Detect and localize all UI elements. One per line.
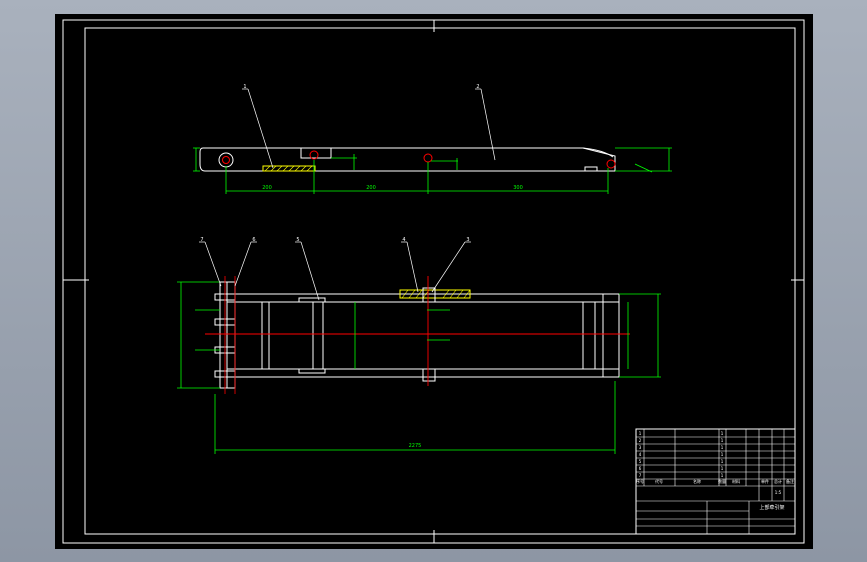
parts-row-3: 3 — [639, 445, 642, 450]
front-view-right-block — [602, 293, 620, 378]
title-scale: 1:5 — [775, 490, 782, 495]
parts-qty-6: 1 — [721, 466, 724, 471]
title-block: 1 2 3 4 5 6 7 1 1 1 1 1 1 1 序号 代号 名称 数量 … — [635, 428, 796, 535]
front-view-clip-bottom — [298, 368, 326, 374]
front-view-cross-mid — [312, 301, 324, 370]
parts-header-code: 代号 — [655, 478, 663, 484]
parts-header-no: 序号 — [636, 478, 644, 484]
parts-qty-4: 1 — [721, 452, 724, 457]
top-view-notch — [584, 166, 598, 172]
front-view-cross-left — [261, 301, 270, 370]
top-view-balloon-2: 2 — [476, 84, 479, 90]
top-view-balloon-1: 1 — [243, 84, 246, 90]
parts-qty-3: 1 — [721, 445, 724, 450]
cad-drawing: 200 200 300 1 2 2275 7 6 5 4 3 1 2 3 4 5… — [62, 19, 805, 544]
parts-header-note: 备注 — [786, 478, 794, 484]
parts-qty-2: 1 — [721, 438, 724, 443]
front-view-balloon-3: 3 — [466, 237, 469, 243]
top-view-dim-3: 300 — [513, 185, 523, 191]
parts-row-4: 4 — [639, 452, 642, 457]
parts-row-2: 2 — [639, 438, 642, 443]
front-view: 2275 7 6 5 4 3 — [177, 237, 661, 454]
front-view-balloon-7: 7 — [200, 237, 203, 243]
outer-sheet-border — [62, 19, 805, 544]
top-view-hole-left-outer — [218, 152, 234, 168]
cad-viewport[interactable]: 200 200 300 1 2 2275 7 6 5 4 3 1 2 3 4 5… — [55, 14, 813, 549]
top-view-leader-2 — [480, 88, 496, 161]
parts-row-1: 1 — [639, 431, 642, 436]
top-view-hole-3 — [423, 153, 433, 163]
parts-row-7: 7 — [639, 473, 642, 478]
parts-header-unit: 单件 — [761, 478, 769, 484]
title-part-name: 上部牵引架 — [759, 504, 784, 511]
top-view-hole-left-inner — [222, 156, 230, 164]
top-view-body — [199, 147, 616, 172]
parts-qty-7: 1 — [721, 473, 724, 478]
top-view-dim-2: 200 — [366, 185, 376, 191]
top-view-hatch-strip — [262, 165, 316, 172]
front-view-dimensions — [177, 281, 661, 454]
top-view-leader-1 — [247, 88, 274, 169]
front-view-end-plate-2 — [226, 281, 236, 389]
parts-header-qty: 数量 — [718, 478, 726, 484]
parts-header-material: 材料 — [732, 478, 740, 484]
front-view-clip-top — [298, 297, 326, 303]
top-view: 200 200 300 1 2 — [193, 84, 672, 194]
front-view-end-plate-1 — [219, 281, 228, 389]
parts-header-total: 总计 — [774, 478, 782, 484]
front-view-leaders — [199, 241, 471, 301]
top-view-dim-1: 200 — [262, 185, 272, 191]
front-view-balloon-6: 6 — [252, 237, 255, 243]
top-view-hole-right — [606, 159, 616, 169]
front-view-cross-right — [582, 301, 596, 370]
parts-qty-5: 1 — [721, 459, 724, 464]
parts-qty-1: 1 — [721, 431, 724, 436]
front-view-dim-length: 2275 — [409, 443, 422, 449]
front-view-balloon-4: 4 — [402, 237, 405, 243]
parts-header-name: 名称 — [693, 478, 701, 484]
front-view-balloon-5: 5 — [296, 237, 299, 243]
top-view-hatch-lines — [264, 165, 313, 172]
parts-row-5: 5 — [639, 459, 642, 464]
front-view-pin-bottom — [422, 368, 436, 382]
top-view-boss — [300, 147, 332, 159]
parts-row-6: 6 — [639, 466, 642, 471]
